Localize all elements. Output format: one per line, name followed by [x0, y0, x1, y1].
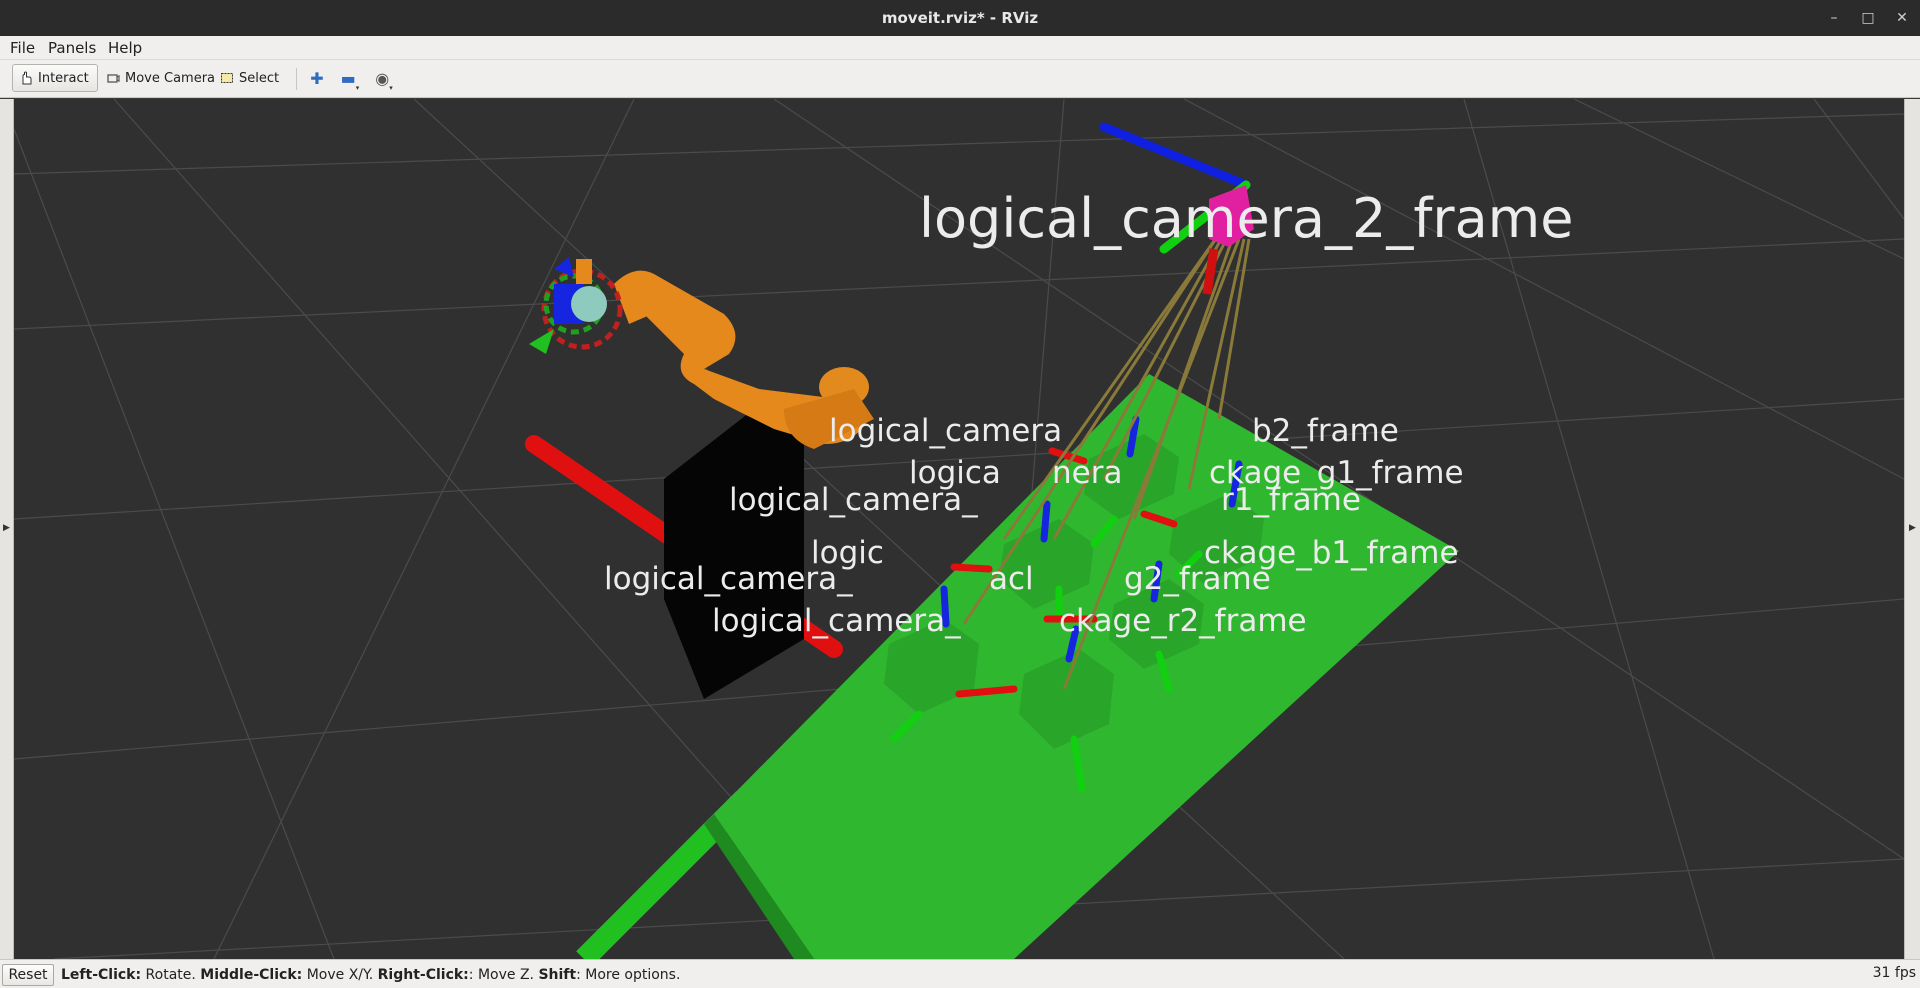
toolbar: Interact Move Camera Select ✚ ▬▾ ◉▾: [0, 60, 1920, 98]
menu-help[interactable]: Help: [108, 39, 142, 57]
view-options-icon[interactable]: ◉▾: [371, 68, 397, 92]
move-camera-tool-button[interactable]: Move Camera: [100, 64, 221, 92]
select-label: Select: [239, 70, 280, 86]
maximize-icon[interactable]: □: [1856, 6, 1880, 30]
label-g2-a: logical_camera_: [604, 561, 853, 597]
hint-shift: Shift: [538, 967, 577, 983]
close-icon[interactable]: ✕: [1890, 6, 1914, 30]
hint-left-click: Left-Click:: [61, 967, 142, 983]
add-tool-icon[interactable]: ✚: [304, 68, 330, 90]
statusbar: Reset Left-Click: Rotate. Middle-Click: …: [0, 959, 1920, 988]
fps-readout: 31 fps: [1872, 965, 1916, 981]
scene-render[interactable]: logical_camera_2_frame logical_camera b2…: [14, 99, 1904, 959]
hint-right-text: : Move Z.: [468, 967, 539, 983]
interact-label: Interact: [38, 70, 89, 86]
menu-panels[interactable]: Panels: [48, 39, 96, 57]
window-titlebar: moveit.rviz* - RViz – □ ✕: [0, 0, 1920, 36]
right-panel-collapse[interactable]: ▶: [1904, 99, 1920, 959]
reset-button[interactable]: Reset: [2, 964, 54, 986]
hint-left-text: Rotate.: [141, 967, 201, 983]
hint-right-click: Right-Click:: [377, 967, 469, 983]
label-g2-c: g2_frame: [1124, 561, 1271, 597]
mouse-hint: Left-Click: Rotate. Middle-Click: Move X…: [61, 967, 680, 983]
label-r1-a: logical_camera_: [729, 482, 978, 518]
minimize-icon[interactable]: –: [1822, 6, 1846, 30]
expand-right-icon[interactable]: ▶: [1909, 523, 1916, 533]
label-r2-a: logical_camera_: [712, 603, 961, 639]
label-b2-a: logical_camera: [829, 413, 1062, 449]
label-r2-b: ckage_r2_frame: [1059, 603, 1307, 639]
label-g2-b: acl: [989, 561, 1034, 597]
hand-pointer-icon: [22, 71, 32, 85]
label-b2-b: b2_frame: [1252, 413, 1399, 449]
label-g1-b: nera: [1052, 455, 1122, 491]
hint-middle-click: Middle-Click:: [200, 967, 303, 983]
label-r1-b: r1_frame: [1221, 482, 1361, 518]
hint-middle-text: Move X/Y.: [302, 967, 378, 983]
window-title: moveit.rviz* - RViz: [881, 9, 1039, 27]
expand-left-icon[interactable]: ▶: [3, 523, 10, 533]
3d-viewport[interactable]: logical_camera_2_frame logical_camera b2…: [14, 99, 1904, 959]
interact-tool-button[interactable]: Interact: [12, 64, 98, 92]
move-camera-label: Move Camera: [125, 70, 216, 86]
select-tool-button[interactable]: Select: [214, 64, 285, 92]
camera-move-icon: [107, 74, 120, 83]
hint-shift-text: : More options.: [576, 967, 681, 983]
menubar: File Panels Help: [0, 36, 1920, 60]
toolbar-separator: [296, 68, 297, 90]
remove-tool-icon[interactable]: ▬▾: [337, 68, 363, 92]
label-camera-2-frame: logical_camera_2_frame: [919, 187, 1574, 250]
left-panel-collapse[interactable]: ▶: [0, 99, 14, 959]
menu-file[interactable]: File: [10, 39, 35, 57]
select-rectangle-icon: [221, 73, 233, 83]
